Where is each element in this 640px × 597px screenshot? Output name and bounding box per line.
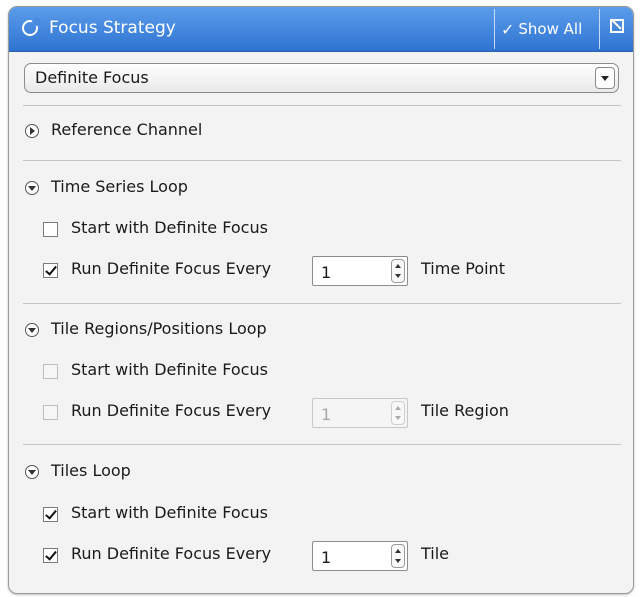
tile-regions-run-label: Run Definite Focus Every	[71, 401, 272, 420]
checkmark-icon: ✓	[501, 19, 515, 39]
tile-regions-interval-value[interactable]: 1	[321, 405, 331, 424]
time-series-interval-value[interactable]: 1	[321, 263, 331, 282]
tiles-interval-stepper[interactable]: 1	[312, 541, 408, 571]
stepper-arrows-icon[interactable]	[391, 544, 405, 568]
section-divider	[23, 444, 621, 445]
time-series-run-label: Run Definite Focus Every	[71, 259, 272, 278]
show-all-button[interactable]: ✓ Show All	[501, 15, 582, 43]
tile-regions-unit-label: Tile Region	[421, 401, 509, 420]
tiles-run-checkbox[interactable]	[43, 548, 58, 563]
header-divider	[494, 9, 495, 49]
show-all-label: Show All	[518, 20, 583, 38]
time-series-start-checkbox[interactable]	[43, 222, 58, 237]
collapse-arrow-icon[interactable]	[25, 323, 39, 337]
time-series-unit-label: Time Point	[421, 259, 505, 278]
time-series-run-checkbox[interactable]	[43, 263, 58, 278]
stepper-arrows-icon[interactable]	[391, 401, 405, 425]
collapse-arrow-icon[interactable]	[25, 465, 39, 479]
time-series-start-label: Start with Definite Focus	[71, 218, 268, 237]
tiles-unit-label: Tile	[421, 544, 450, 563]
chevron-down-icon[interactable]	[595, 67, 615, 89]
header-divider	[599, 9, 600, 49]
tile-regions-interval-stepper[interactable]: 1	[312, 398, 408, 428]
refresh-circle-icon	[22, 20, 38, 36]
focus-strategy-value: Definite Focus	[35, 68, 149, 87]
stepper-arrows-icon[interactable]	[391, 259, 405, 283]
panel-header[interactable]: Focus Strategy ✓ Show All	[9, 7, 633, 52]
tiles-run-label: Run Definite Focus Every	[71, 544, 272, 563]
collapse-arrow-icon[interactable]	[25, 181, 39, 195]
edit-icon[interactable]	[610, 19, 624, 33]
section-title-time-series-loop[interactable]: Time Series Loop	[51, 177, 188, 196]
expand-arrow-icon[interactable]	[25, 124, 39, 138]
tiles-start-label: Start with Definite Focus	[71, 503, 268, 522]
section-title-tiles-loop[interactable]: Tiles Loop	[51, 461, 131, 480]
section-divider	[23, 303, 621, 304]
section-divider	[23, 160, 621, 161]
section-divider	[23, 105, 621, 106]
tiles-interval-value[interactable]: 1	[321, 548, 331, 567]
section-title-tile-regions-loop[interactable]: Tile Regions/Positions Loop	[51, 319, 267, 338]
time-series-interval-stepper[interactable]: 1	[312, 256, 408, 286]
tile-regions-run-checkbox[interactable]	[43, 405, 58, 420]
tiles-start-checkbox[interactable]	[43, 507, 58, 522]
section-title-reference-channel[interactable]: Reference Channel	[51, 120, 202, 139]
panel-title: Focus Strategy	[49, 18, 176, 38]
tile-regions-start-label: Start with Definite Focus	[71, 360, 268, 379]
focus-strategy-panel: Focus Strategy ✓ Show All Definite Focus…	[8, 6, 634, 594]
focus-strategy-select[interactable]: Definite Focus	[24, 63, 619, 93]
tile-regions-start-checkbox[interactable]	[43, 364, 58, 379]
